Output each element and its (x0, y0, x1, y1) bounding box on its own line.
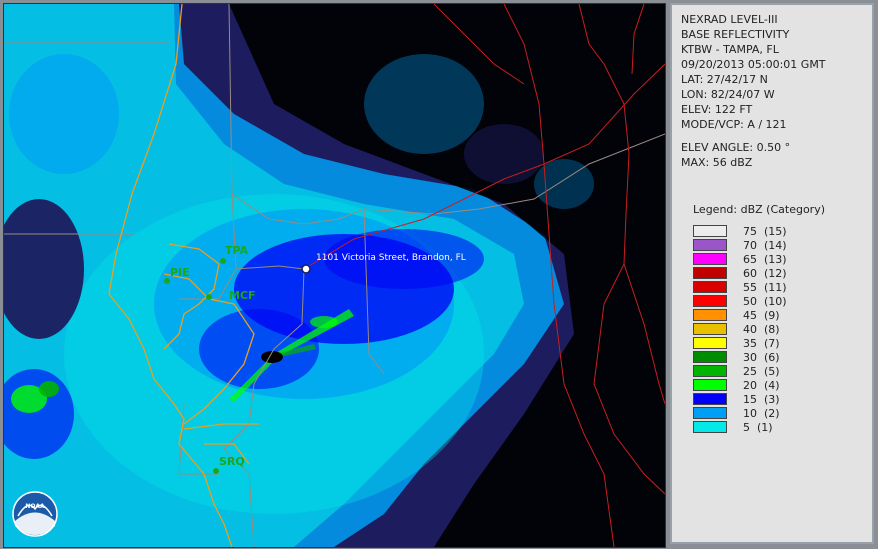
legend-swatch (693, 379, 727, 391)
tpa-marker (220, 258, 226, 264)
legend-row: 50 (10) (693, 294, 787, 308)
legend-swatch (693, 309, 727, 321)
scan-details: ELEV ANGLE: 0.50 ° MAX: 56 dBZ (681, 140, 790, 170)
address-marker (301, 264, 311, 274)
noaa-logo-text: NOAA (25, 503, 45, 510)
legend-label: 20 (4) (743, 378, 780, 392)
station-lon: LON: 82/24/07 W (681, 88, 775, 101)
legend-row: 75 (15) (693, 224, 787, 238)
noaa-logo: NOAA (12, 491, 58, 537)
legend-swatch (693, 365, 727, 377)
legend-row: 45 (9) (693, 308, 787, 322)
scan-datetime: 09/20/2013 05:00:01 GMT (681, 58, 826, 71)
radar-metadata: NEXRAD LEVEL-III BASE REFLECTIVITY KTBW … (681, 12, 826, 132)
radar-image: TPA PIE MCF SRQ 1101 Victoria Street, Br… (4, 4, 665, 547)
legend-row: 20 (4) (693, 378, 787, 392)
legend-row: 40 (8) (693, 322, 787, 336)
legend-swatch (693, 239, 727, 251)
legend-swatch (693, 407, 727, 419)
place-label-srq: SRQ (219, 455, 245, 468)
legend-title: Legend: dBZ (Category) (693, 203, 825, 216)
legend-row: 70 (14) (693, 238, 787, 252)
max-dbz: MAX: 56 dBZ (681, 156, 753, 169)
legend-row: 60 (12) (693, 266, 787, 280)
station-name: KTBW - TAMPA, FL (681, 43, 779, 56)
legend-row: 65 (13) (693, 252, 787, 266)
address-label: 1101 Victoria Street, Brandon, FL (316, 253, 466, 263)
place-label-tpa: TPA (225, 244, 249, 257)
legend-swatch (693, 253, 727, 265)
legend-label: 35 (7) (743, 336, 780, 350)
legend-label: 65 (13) (743, 252, 787, 266)
legend-swatch (693, 421, 727, 433)
srq-marker (213, 468, 219, 474)
legend-row: 25 (5) (693, 364, 787, 378)
legend-row: 15 (3) (693, 392, 787, 406)
place-label-pie: PIE (170, 266, 190, 279)
legend-swatch (693, 281, 727, 293)
legend-swatch (693, 323, 727, 335)
product-type: BASE REFLECTIVITY (681, 28, 790, 41)
legend-label: 5 (1) (743, 420, 773, 434)
product-name: NEXRAD LEVEL-III (681, 13, 778, 26)
legend-label: 45 (9) (743, 308, 780, 322)
elev-angle: ELEV ANGLE: 0.50 ° (681, 141, 791, 154)
place-label-mcf: MCF (229, 289, 256, 302)
legend-row: 5 (1) (693, 420, 787, 434)
mode-vcp: MODE/VCP: A / 121 (681, 118, 787, 131)
legend-row: 55 (11) (693, 280, 787, 294)
reflectivity-layer (4, 4, 665, 547)
legend-label: 30 (6) (743, 350, 780, 364)
legend-label: 75 (15) (743, 224, 787, 238)
legend-swatch (693, 393, 727, 405)
legend-swatch (693, 267, 727, 279)
legend-label: 15 (3) (743, 392, 780, 406)
legend-swatch (693, 295, 727, 307)
legend-row: 30 (6) (693, 350, 787, 364)
legend-label: 70 (14) (743, 238, 787, 252)
legend-row: 35 (7) (693, 336, 787, 350)
legend-label: 55 (11) (743, 280, 787, 294)
legend-label: 25 (5) (743, 364, 780, 378)
legend-swatch (693, 351, 727, 363)
legend-swatch (693, 225, 727, 237)
legend-label: 40 (8) (743, 322, 780, 336)
station-elev: ELEV: 122 FT (681, 103, 753, 116)
legend-label: 60 (12) (743, 266, 787, 280)
station-lat: LAT: 27/42/17 N (681, 73, 768, 86)
legend-row: 10 (2) (693, 406, 787, 420)
legend-swatch (693, 337, 727, 349)
mcf-marker (206, 294, 212, 300)
legend-list: 75 (15) 70 (14) 65 (13) 60 (12) 55 (11) 50 (1… (693, 224, 787, 434)
legend-label: 10 (2) (743, 406, 780, 420)
info-panel: NEXRAD LEVEL-III BASE REFLECTIVITY KTBW … (670, 3, 874, 544)
radar-map[interactable]: TPA PIE MCF SRQ 1101 Victoria Street, Br… (3, 3, 666, 548)
legend-label: 50 (10) (743, 294, 787, 308)
